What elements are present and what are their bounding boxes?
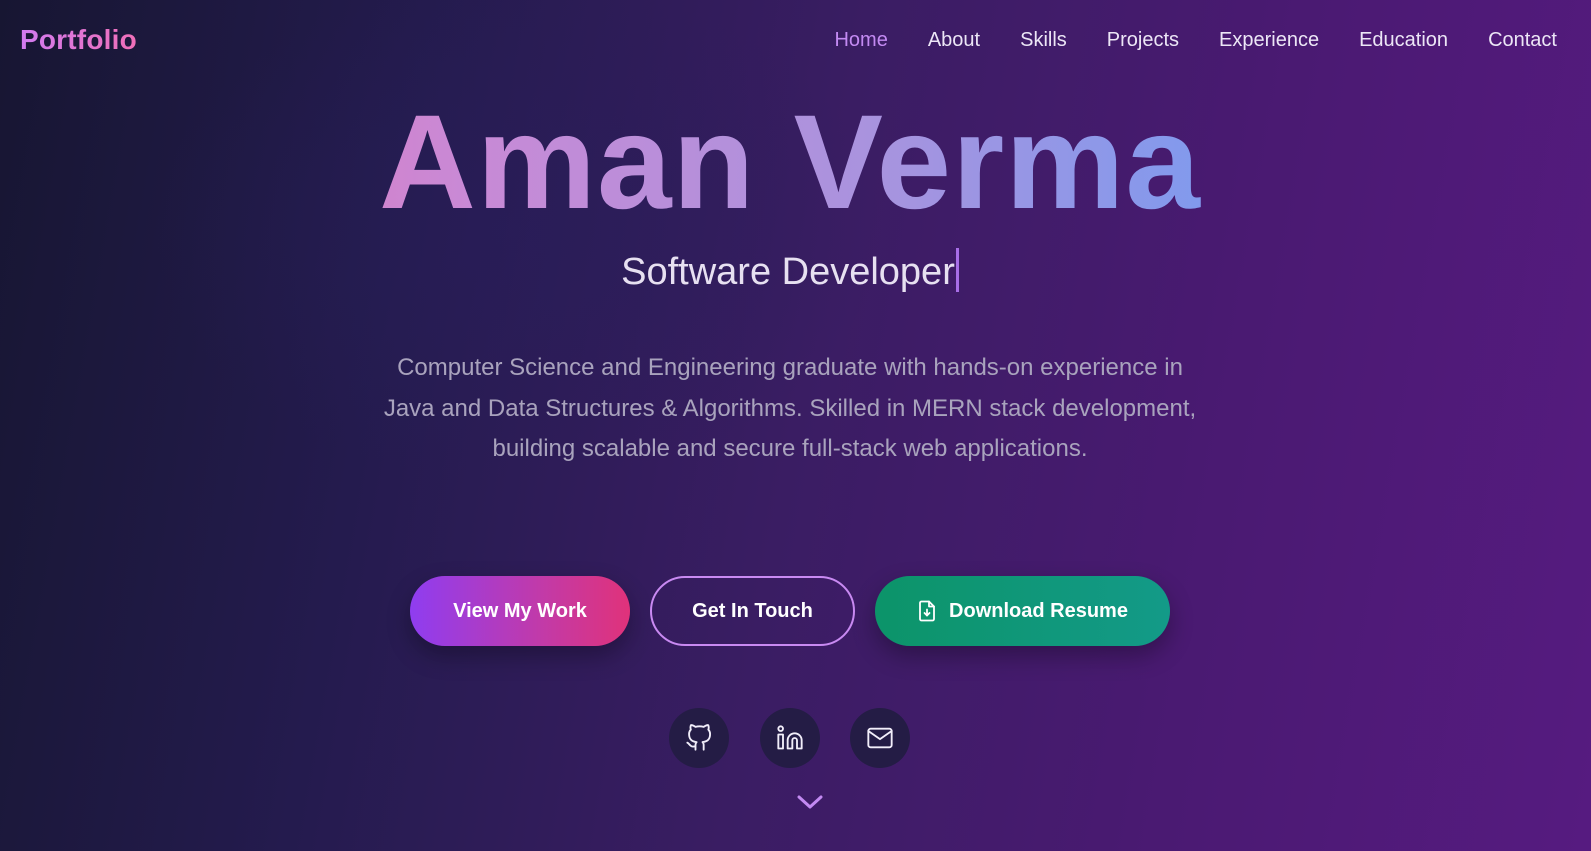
hero-role: Software Developer (0, 248, 1580, 296)
file-download-icon (917, 600, 937, 622)
mail-icon (866, 724, 894, 752)
nav-link-education[interactable]: Education (1359, 29, 1448, 52)
download-resume-button[interactable]: Download Resume (875, 576, 1170, 646)
nav-link-projects[interactable]: Projects (1107, 29, 1179, 52)
linkedin-icon (776, 724, 804, 752)
nav-link-home[interactable]: Home (834, 29, 887, 52)
github-link[interactable] (669, 708, 729, 768)
nav-link-skills[interactable]: Skills (1020, 29, 1067, 52)
download-resume-label: Download Resume (949, 599, 1128, 622)
get-in-touch-label: Get In Touch (692, 599, 813, 622)
logo[interactable]: Portfolio (20, 24, 137, 56)
github-icon (685, 724, 713, 752)
linkedin-link[interactable] (760, 708, 820, 768)
hero-description: Computer Science and Engineering graduat… (383, 354, 1197, 462)
email-link[interactable] (850, 708, 910, 768)
view-my-work-button[interactable]: View My Work (410, 576, 630, 646)
nav-link-experience[interactable]: Experience (1219, 29, 1319, 52)
nav-link-contact[interactable]: Contact (1488, 29, 1557, 52)
view-my-work-label: View My Work (453, 599, 587, 622)
nav-link-about[interactable]: About (928, 29, 980, 52)
scroll-down-button[interactable] (795, 790, 825, 814)
hero-role-text: Software Developer (621, 251, 955, 293)
nav-links: Home About Skills Projects Experience Ed… (794, 29, 1557, 52)
get-in-touch-button[interactable]: Get In Touch (650, 576, 855, 646)
hero-name: Aman Verma (0, 88, 1580, 238)
navbar: Portfolio Home About Skills Projects Exp… (0, 0, 1591, 80)
typing-caret (955, 248, 959, 292)
chevron-down-icon (797, 794, 823, 810)
